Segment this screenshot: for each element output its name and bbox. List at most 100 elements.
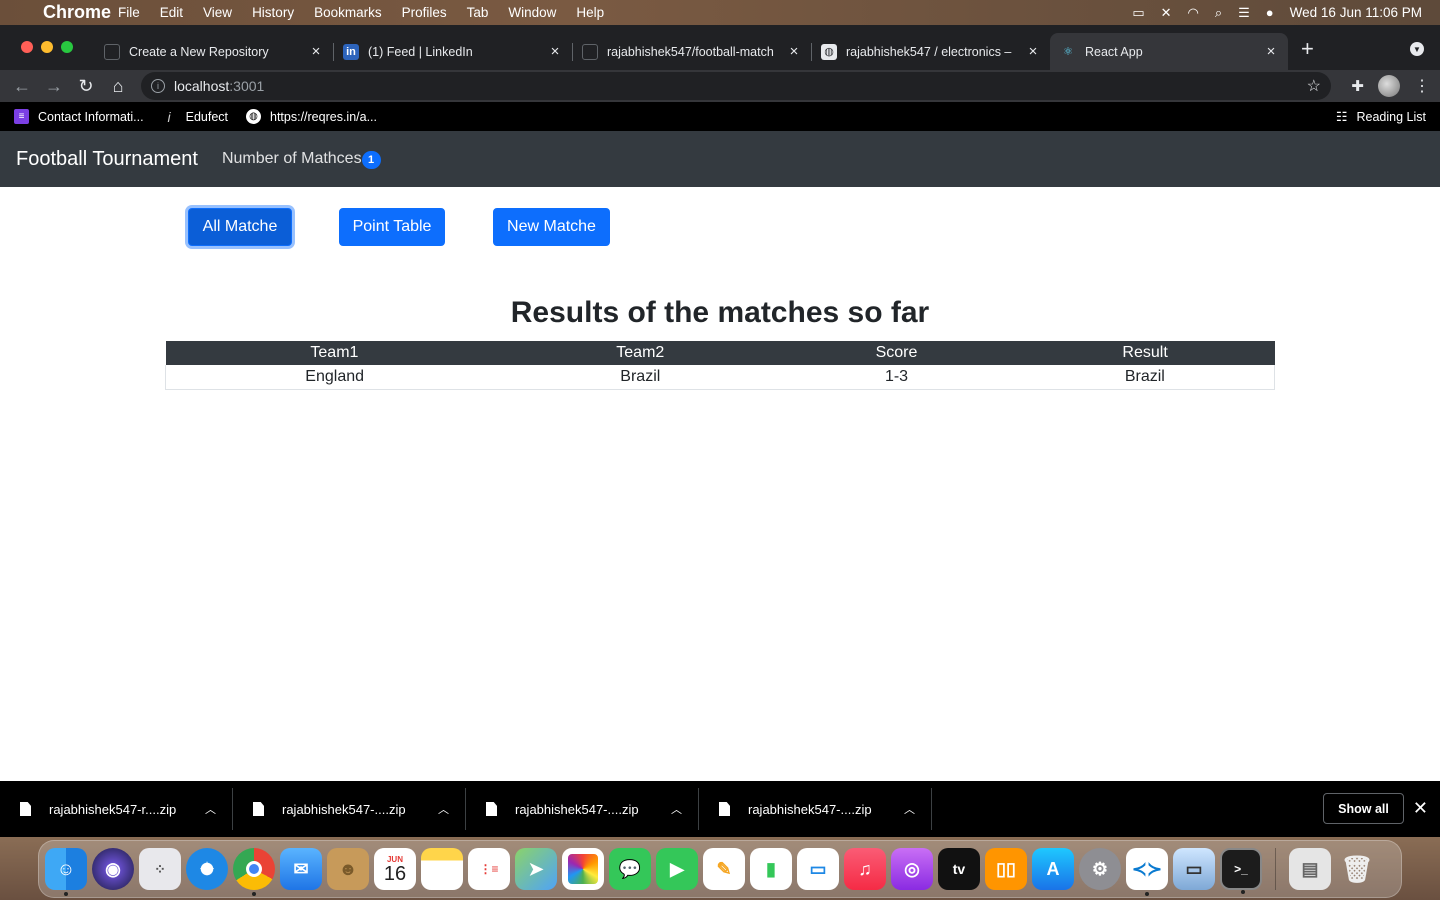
close-downloads-icon[interactable]: ✕ bbox=[1413, 798, 1428, 819]
notes-icon[interactable] bbox=[421, 848, 463, 890]
reading-list-icon: ☷ bbox=[1335, 108, 1348, 124]
point-table-button[interactable]: Point Table bbox=[339, 208, 445, 246]
music-icon[interactable]: ♫ bbox=[844, 848, 886, 890]
chevron-up-icon[interactable]: ︿ bbox=[671, 801, 682, 817]
react-icon: ⚛ bbox=[1063, 46, 1073, 58]
cell-result: Brazil bbox=[1015, 365, 1275, 390]
siri-icon[interactable]: ◉ bbox=[92, 848, 134, 890]
tab-search-icon[interactable]: ▼ bbox=[1410, 42, 1424, 56]
close-tab-icon[interactable]: × bbox=[309, 43, 323, 60]
show-all-downloads-button[interactable]: Show all bbox=[1323, 793, 1404, 824]
tab-title: (1) Feed | LinkedIn bbox=[368, 44, 473, 59]
menubar-clock[interactable]: Wed 16 Jun 11:06 PM bbox=[1290, 5, 1422, 20]
menu-bookmarks[interactable]: Bookmarks bbox=[314, 5, 382, 20]
forward-icon[interactable]: → bbox=[38, 76, 70, 97]
close-tab-icon[interactable]: × bbox=[1026, 43, 1040, 60]
menu-edit[interactable]: Edit bbox=[160, 5, 183, 20]
address-bar[interactable]: i localhost:3001 ☆ bbox=[141, 72, 1331, 100]
menu-window[interactable]: Window bbox=[508, 5, 556, 20]
maps-icon[interactable]: ➤ bbox=[515, 848, 557, 890]
close-window-button[interactable] bbox=[21, 41, 33, 53]
tab-football-match-repo[interactable]: rajabhishek547/football-match × bbox=[572, 33, 811, 70]
file-icon bbox=[253, 802, 264, 816]
menu-file[interactable]: File bbox=[118, 5, 140, 20]
trash-icon[interactable]: 🗑 bbox=[1336, 848, 1378, 890]
chevron-up-icon[interactable]: ︿ bbox=[904, 801, 915, 817]
bookmark-contact-information[interactable]: ≡ Contact Informati... bbox=[14, 109, 144, 124]
fullscreen-window-button[interactable] bbox=[61, 41, 73, 53]
reading-list-label: Reading List bbox=[1356, 109, 1427, 124]
menu-profiles[interactable]: Profiles bbox=[402, 5, 447, 20]
home-icon[interactable]: ⌂ bbox=[102, 76, 134, 97]
launchpad-icon[interactable]: ⁘ bbox=[139, 848, 181, 890]
close-tab-icon[interactable]: × bbox=[1264, 43, 1278, 60]
apple-tv-icon[interactable]: tv bbox=[938, 848, 980, 890]
keynote-icon[interactable]: ▭ bbox=[797, 848, 839, 890]
bookmark-reqres[interactable]: ◍ https://reqres.in/a... bbox=[246, 109, 377, 124]
podcasts-icon[interactable]: ◎ bbox=[891, 848, 933, 890]
downloads-stack-icon[interactable]: ▤ bbox=[1289, 848, 1331, 890]
mail-icon[interactable]: ✉ bbox=[280, 848, 322, 890]
download-item[interactable]: rajabhishek547-....zip ︿ bbox=[699, 788, 932, 830]
close-tab-icon[interactable]: × bbox=[548, 43, 562, 60]
reminders-icon[interactable]: ⋮≡ bbox=[468, 848, 510, 890]
tab-linkedin[interactable]: in (1) Feed | LinkedIn × bbox=[333, 33, 572, 70]
vscode-icon[interactable]: ≺≻ bbox=[1126, 848, 1168, 896]
numbers-icon[interactable]: ▮ bbox=[750, 848, 792, 890]
terminal-icon[interactable]: >_ bbox=[1220, 848, 1262, 894]
site-info-icon[interactable]: i bbox=[151, 79, 165, 93]
reading-list-button[interactable]: ☷ Reading List bbox=[1336, 109, 1426, 125]
system-preferences-icon[interactable]: ⚙ bbox=[1079, 848, 1121, 890]
calendar-icon[interactable]: JUN 16 bbox=[374, 848, 416, 890]
chrome-icon[interactable] bbox=[233, 848, 275, 896]
preview-icon[interactable]: ▭ bbox=[1173, 848, 1215, 890]
all-matches-button[interactable]: All Matche bbox=[188, 208, 292, 246]
tv-label: tv bbox=[952, 861, 966, 877]
chrome-menu-icon[interactable]: ⋮ bbox=[1414, 76, 1430, 96]
finder-icon[interactable]: ☺ bbox=[45, 848, 87, 896]
battery-icon[interactable]: ▭ bbox=[1132, 5, 1144, 21]
pages-icon[interactable]: ✎ bbox=[703, 848, 745, 890]
tab-react-app[interactable]: ⚛ React App × bbox=[1050, 33, 1288, 70]
download-filename: rajabhishek547-....zip bbox=[515, 801, 639, 817]
download-item[interactable]: rajabhishek547-....zip ︿ bbox=[233, 788, 466, 830]
menu-tab[interactable]: Tab bbox=[467, 5, 489, 20]
chevron-up-icon[interactable]: ︿ bbox=[205, 801, 216, 817]
bluetooth-icon[interactable]: ✕ bbox=[1161, 5, 1172, 21]
control-center-icon[interactable]: ☰ bbox=[1238, 5, 1250, 21]
menu-history[interactable]: History bbox=[252, 5, 294, 20]
matches-count-link[interactable]: Number of Mathces 1 bbox=[222, 149, 381, 169]
contacts-icon[interactable]: ☻ bbox=[327, 848, 369, 890]
messages-icon[interactable]: 💬 bbox=[609, 848, 651, 890]
chevron-up-icon[interactable]: ︿ bbox=[438, 801, 449, 817]
download-item[interactable]: rajabhishek547-r....zip ︿ bbox=[0, 788, 233, 830]
tab-title: React App bbox=[1085, 44, 1143, 59]
reload-icon[interactable]: ↻ bbox=[70, 76, 102, 97]
bookmark-label: Contact Informati... bbox=[38, 109, 144, 124]
tab-create-repository[interactable]: Create a New Repository × bbox=[94, 33, 333, 70]
bookmark-edufect[interactable]: i Edufect bbox=[162, 109, 228, 125]
app-store-icon[interactable]: A bbox=[1032, 848, 1074, 890]
menu-view[interactable]: View bbox=[203, 5, 232, 20]
bookmark-star-icon[interactable]: ☆ bbox=[1307, 76, 1321, 96]
extensions-icon[interactable]: ✚ bbox=[1351, 77, 1364, 95]
back-icon[interactable]: ← bbox=[6, 76, 38, 97]
facetime-icon[interactable]: ▶ bbox=[656, 848, 698, 890]
close-tab-icon[interactable]: × bbox=[787, 43, 801, 60]
spotlight-icon[interactable]: ⌕ bbox=[1215, 5, 1222, 21]
photos-icon[interactable] bbox=[562, 848, 604, 890]
profile-avatar[interactable] bbox=[1378, 75, 1400, 97]
new-match-button[interactable]: New Matche bbox=[493, 208, 610, 246]
match-count-badge: 1 bbox=[361, 151, 381, 169]
cell-team2: Brazil bbox=[503, 365, 778, 390]
minimize-window-button[interactable] bbox=[41, 41, 53, 53]
siri-status-icon[interactable]: ● bbox=[1266, 5, 1274, 20]
safari-icon[interactable]: ✦ bbox=[186, 848, 228, 890]
navbar-brand[interactable]: Football Tournament bbox=[16, 148, 198, 171]
menu-help[interactable]: Help bbox=[576, 5, 604, 20]
new-tab-button[interactable]: + bbox=[1301, 38, 1314, 60]
books-icon[interactable]: ▯▯ bbox=[985, 848, 1027, 890]
wifi-icon[interactable]: ◠ bbox=[1188, 5, 1199, 21]
download-item[interactable]: rajabhishek547-....zip ︿ bbox=[466, 788, 699, 830]
tab-electronics[interactable]: ◍ rajabhishek547 / electronics – × bbox=[811, 33, 1050, 70]
